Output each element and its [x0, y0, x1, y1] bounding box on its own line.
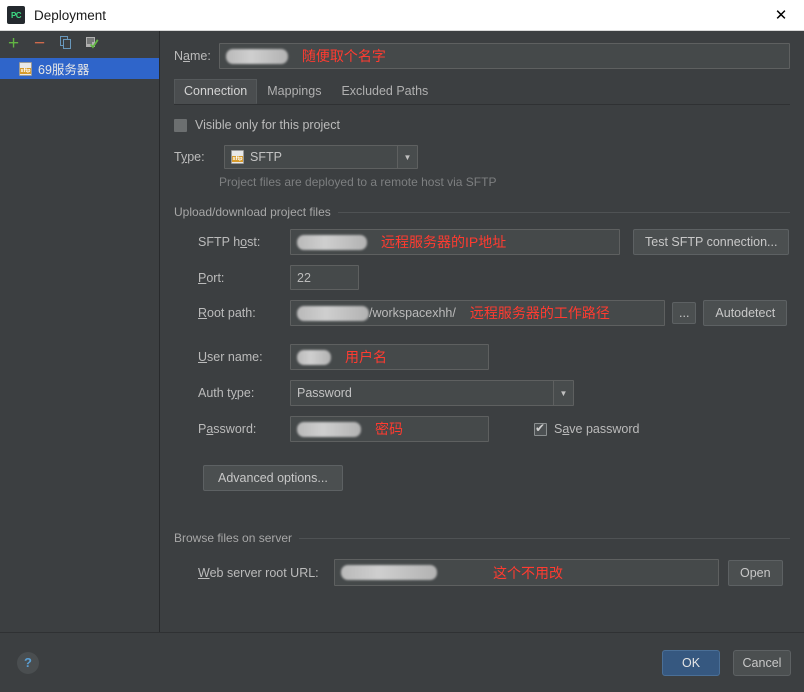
chevron-down-icon[interactable]: ▼ — [397, 146, 417, 168]
copy-server-icon[interactable] — [58, 36, 73, 51]
password-annotation: 密码 — [375, 421, 403, 437]
user-name-label: User name: — [198, 350, 263, 364]
web-server-root-url-redacted-value — [341, 565, 437, 580]
test-sftp-connection-button[interactable]: Test SFTP connection... — [633, 229, 790, 255]
web-server-root-url-label: Web server root URL: — [198, 565, 319, 580]
save-password-checkbox[interactable] — [534, 421, 547, 436]
web-server-root-url-input[interactable]: 这个不用改 — [334, 559, 719, 586]
save-password-label: Save password — [554, 422, 640, 436]
password-redacted-value — [297, 421, 361, 437]
sftp-icon — [19, 61, 32, 76]
browse-root-path-button[interactable]: ... — [672, 302, 697, 324]
visible-only-checkbox[interactable] — [174, 118, 187, 132]
autodetect-button[interactable]: Autodetect — [703, 300, 788, 326]
user-name-annotation: 用户名 — [345, 349, 387, 365]
name-annotation: 随便取个名字 — [301, 48, 386, 64]
root-path-value: /workspacexhh/ — [369, 306, 456, 320]
tab-connection[interactable]: Connection — [174, 79, 258, 104]
ok-button[interactable]: OK — [662, 649, 720, 676]
sftp-host-annotation: 远程服务器的IP地址 — [381, 234, 507, 250]
visible-only-row: Visible only for this project — [174, 118, 790, 132]
sftp-host-row: SFTP host: 远程服务器的IP地址 Test SFTP connecti… — [174, 229, 790, 255]
group-divider — [299, 537, 790, 539]
auth-type-row: Auth type: Password ▼ — [174, 380, 790, 406]
root-path-label: Root path: — [198, 306, 256, 320]
deployment-server-tree: 69服务器 — [0, 55, 159, 662]
upload-group-header: Upload/download project files — [174, 205, 790, 219]
close-icon[interactable]: ✕ — [758, 0, 804, 30]
password-row: Password: 密码 Save password — [174, 416, 790, 442]
root-path-redacted-value — [297, 305, 369, 321]
name-redacted-value — [225, 48, 288, 64]
type-value: SFTP — [250, 150, 282, 164]
sftp-host-input[interactable]: 远程服务器的IP地址 — [290, 229, 620, 255]
connection-settings-panel: Name: 随便取个名字 Connection Mappings Exclude… — [160, 31, 804, 662]
root-path-annotation: 远程服务器的工作路径 — [469, 305, 610, 321]
root-path-input[interactable]: /workspacexhh/ 远程服务器的工作路径 — [290, 300, 665, 326]
add-server-icon[interactable]: + — [6, 34, 21, 53]
group-divider — [337, 211, 790, 213]
password-label: Password: — [198, 422, 257, 436]
settings-tabs: Connection Mappings Excluded Paths — [174, 79, 790, 105]
dialog-footer: ? OK Cancel — [0, 632, 804, 692]
remove-server-icon[interactable]: − — [32, 34, 47, 53]
sftp-host-label: SFTP host: — [198, 235, 261, 249]
sftp-host-redacted-value — [297, 234, 367, 250]
name-input[interactable]: 随便取个名字 — [218, 43, 790, 69]
password-input[interactable]: 密码 — [290, 416, 489, 442]
sidebar-item-label: 69服务器 — [38, 63, 90, 77]
sidebar-item-server[interactable]: 69服务器 — [0, 58, 159, 79]
user-name-redacted-value — [297, 349, 331, 365]
web-server-root-url-row: Web server root URL: 这个不用改 Open — [174, 559, 790, 586]
help-icon[interactable]: ? — [17, 651, 39, 674]
type-label: Type: — [174, 150, 205, 164]
cancel-button[interactable]: Cancel — [733, 649, 791, 676]
deployment-list-sidebar: + − 69服务器 — [0, 31, 160, 662]
dialog-body: + − 69服务器 — [0, 31, 804, 662]
type-row: Type: SFTP ▼ — [174, 145, 790, 169]
browse-group-header: Browse files on server — [174, 531, 790, 545]
advanced-options-button[interactable]: Advanced options... — [203, 465, 343, 491]
auth-type-label: Auth type: — [198, 386, 255, 400]
auth-type-value: Password — [297, 386, 352, 400]
port-value: 22 — [297, 270, 311, 285]
type-hint: Project files are deployed to a remote h… — [219, 175, 497, 189]
browse-group-label: Browse files on server — [174, 531, 293, 545]
port-label: Port: — [198, 270, 225, 285]
visible-only-label: Visible only for this project — [195, 118, 340, 132]
advanced-options-row: Advanced options... — [174, 465, 790, 491]
tab-excluded-paths[interactable]: Excluded Paths — [331, 79, 438, 104]
window-titlebar: PC Deployment ✕ — [0, 0, 804, 31]
user-name-row: User name: 用户名 — [174, 344, 790, 370]
chevron-down-icon[interactable]: ▼ — [553, 381, 573, 405]
type-select[interactable]: SFTP ▼ — [224, 145, 418, 169]
web-server-root-url-annotation: 这个不用改 — [493, 564, 563, 581]
sftp-icon — [231, 150, 244, 164]
port-input[interactable]: 22 — [290, 265, 359, 290]
auth-type-select[interactable]: Password ▼ — [290, 380, 574, 406]
port-row: Port: 22 — [174, 265, 790, 290]
user-name-input[interactable]: 用户名 — [290, 344, 489, 370]
tab-mappings[interactable]: Mappings — [257, 79, 331, 104]
name-label: Name: — [174, 49, 211, 63]
upload-group-label: Upload/download project files — [174, 205, 331, 219]
set-default-icon[interactable] — [84, 36, 99, 51]
pycharm-logo-icon: PC — [7, 6, 25, 24]
name-row: Name: 随便取个名字 — [174, 43, 790, 69]
window-title: Deployment — [34, 7, 107, 23]
root-path-row: Root path: /workspacexhh/ 远程服务器的工作路径 ...… — [174, 300, 790, 326]
open-button[interactable]: Open — [728, 559, 783, 586]
sidebar-toolbar: + − — [0, 31, 159, 55]
